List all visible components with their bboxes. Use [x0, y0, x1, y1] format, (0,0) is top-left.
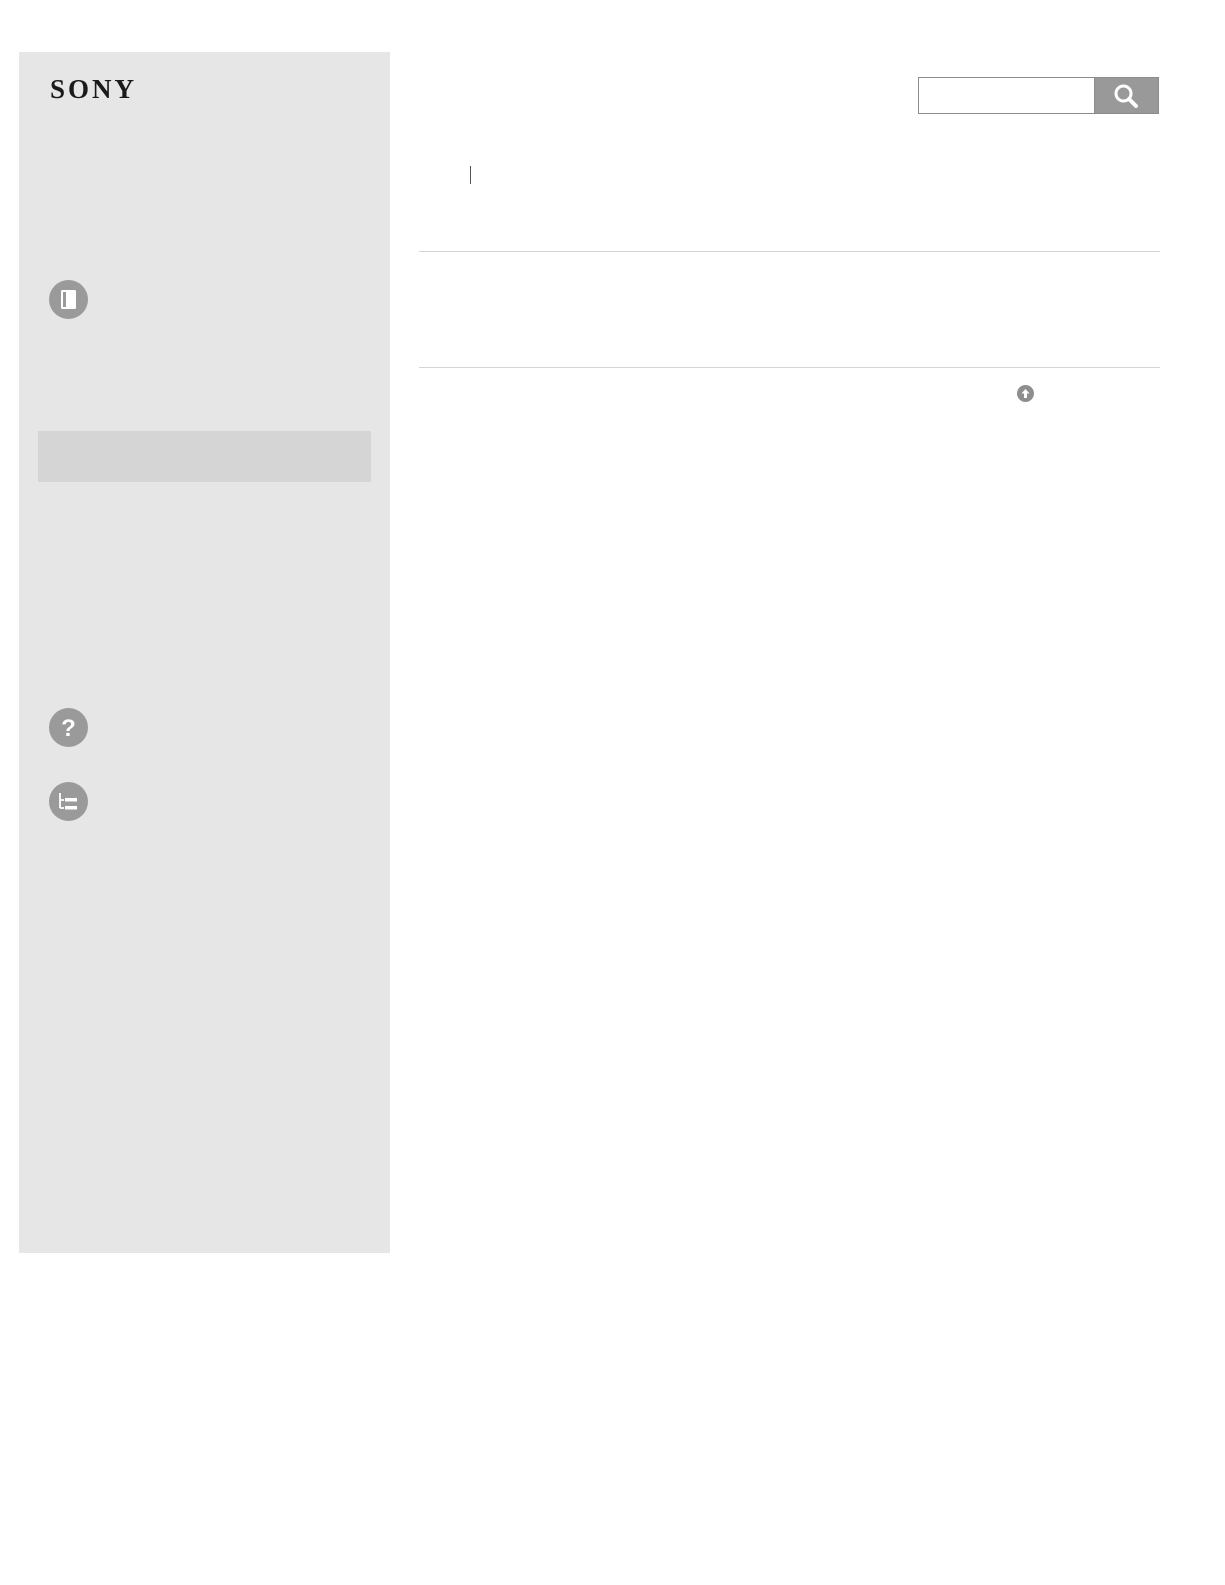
search-input[interactable] [919, 78, 1095, 113]
sidebar-selected-item[interactable] [38, 431, 371, 482]
divider [419, 367, 1160, 368]
search-box [918, 77, 1159, 114]
book-icon[interactable] [49, 280, 88, 319]
sidebar: SONY ? [19, 52, 390, 1253]
help-question-icon[interactable]: ? [49, 708, 88, 747]
arrow-up-circle-icon[interactable] [1017, 385, 1034, 402]
divider [419, 251, 1160, 252]
sony-logo[interactable]: SONY [50, 74, 137, 105]
search-icon [1114, 84, 1138, 108]
search-button[interactable] [1094, 78, 1158, 113]
contents-tree-icon[interactable] [49, 782, 88, 821]
svg-text:?: ? [61, 715, 76, 742]
breadcrumb-separator [470, 166, 471, 184]
